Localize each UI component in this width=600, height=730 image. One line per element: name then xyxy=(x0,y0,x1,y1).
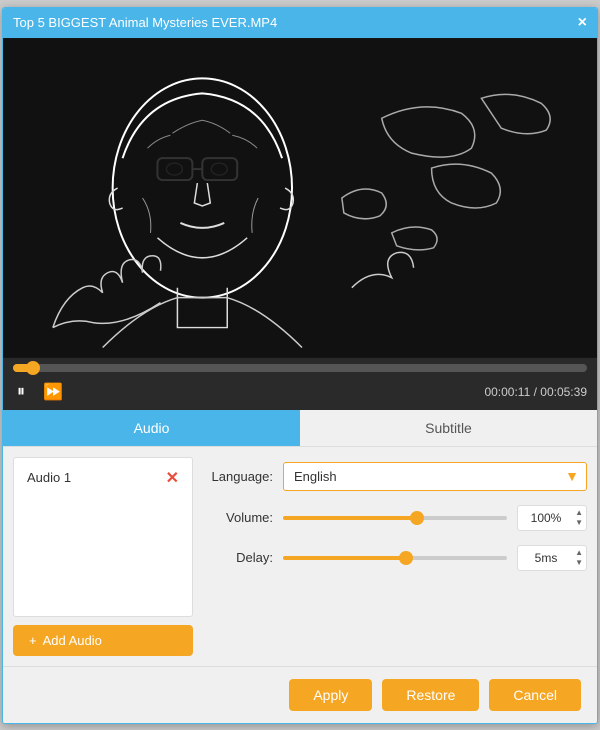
volume-track xyxy=(283,516,507,520)
volume-slider[interactable] xyxy=(283,508,507,528)
volume-spinner: ▲ ▼ xyxy=(573,505,585,531)
delay-up-arrow[interactable]: ▲ xyxy=(573,548,585,558)
tab-content: Audio 1 ✕ + Add Audio Language: English … xyxy=(3,447,597,666)
restore-button[interactable]: Restore xyxy=(382,679,479,711)
volume-input-wrapper: ▲ ▼ xyxy=(517,505,587,531)
pause-icon: ⏸ xyxy=(17,383,25,401)
add-audio-label: Add Audio xyxy=(43,633,102,648)
progress-bar[interactable] xyxy=(13,364,587,372)
audio-left-column: Audio 1 ✕ + Add Audio xyxy=(13,457,193,656)
audio-list: Audio 1 ✕ xyxy=(13,457,193,617)
controls-left: ⏸ ⏩ xyxy=(13,380,67,404)
footer-buttons: Apply Restore Cancel xyxy=(3,666,597,723)
video-controls: ⏸ ⏩ 00:00:11 / 00:05:39 xyxy=(3,358,597,410)
controls-row: ⏸ ⏩ 00:00:11 / 00:05:39 xyxy=(13,380,587,404)
volume-slider-wrapper xyxy=(283,508,507,528)
total-time: 00:05:39 xyxy=(540,385,587,399)
video-sketch-svg xyxy=(3,38,597,358)
main-window: Top 5 BIGGEST Animal Mysteries EVER.MP4 … xyxy=(2,7,598,724)
progress-thumb xyxy=(26,361,40,375)
current-time: 00:00:11 xyxy=(484,385,530,399)
apply-button[interactable]: Apply xyxy=(289,679,372,711)
window-title: Top 5 BIGGEST Animal Mysteries EVER.MP4 xyxy=(13,15,277,30)
volume-row: Volume: ▲ ▼ xyxy=(203,505,587,531)
delay-label: Delay: xyxy=(203,550,273,565)
close-button[interactable]: × xyxy=(578,15,587,31)
language-select[interactable]: English French Spanish German Chinese Ja… xyxy=(283,462,587,491)
language-row: Language: English French Spanish German … xyxy=(203,462,587,491)
delay-row: Delay: ▲ ▼ xyxy=(203,545,587,571)
delay-slider[interactable] xyxy=(283,548,507,568)
delay-down-arrow[interactable]: ▼ xyxy=(573,558,585,568)
volume-thumb[interactable] xyxy=(410,511,424,525)
delay-input-wrapper: ▲ ▼ xyxy=(517,545,587,571)
add-audio-button[interactable]: + Add Audio xyxy=(13,625,193,656)
language-select-wrapper: English French Spanish German Chinese Ja… xyxy=(283,462,587,491)
audio-item-label: Audio 1 xyxy=(27,470,71,485)
tab-subtitle[interactable]: Subtitle xyxy=(300,410,597,446)
time-display: 00:00:11 / 00:05:39 xyxy=(484,385,587,399)
tabs-bar: Audio Subtitle xyxy=(3,410,597,447)
delay-slider-wrapper xyxy=(283,548,507,568)
language-label: Language: xyxy=(203,469,273,484)
title-bar: Top 5 BIGGEST Animal Mysteries EVER.MP4 … xyxy=(3,8,597,38)
cancel-button[interactable]: Cancel xyxy=(489,679,581,711)
ff-icon: ⏩ xyxy=(43,382,63,402)
delay-track xyxy=(283,556,507,560)
volume-down-arrow[interactable]: ▼ xyxy=(573,518,585,528)
audio-list-item: Audio 1 ✕ xyxy=(19,463,187,493)
tab-audio[interactable]: Audio xyxy=(3,410,300,446)
volume-up-arrow[interactable]: ▲ xyxy=(573,508,585,518)
delay-thumb[interactable] xyxy=(399,551,413,565)
delay-spinner: ▲ ▼ xyxy=(573,545,585,571)
audio-settings: Language: English French Spanish German … xyxy=(203,457,587,656)
progress-fill xyxy=(13,364,33,372)
audio-item-remove-button[interactable]: ✕ xyxy=(166,468,179,488)
video-frame xyxy=(3,38,597,358)
video-player xyxy=(3,38,597,358)
fast-forward-button[interactable]: ⏩ xyxy=(39,380,67,404)
volume-label: Volume: xyxy=(203,510,273,525)
pause-button[interactable]: ⏸ xyxy=(13,381,29,403)
time-separator: / xyxy=(530,385,540,399)
add-audio-icon: + xyxy=(29,633,37,648)
